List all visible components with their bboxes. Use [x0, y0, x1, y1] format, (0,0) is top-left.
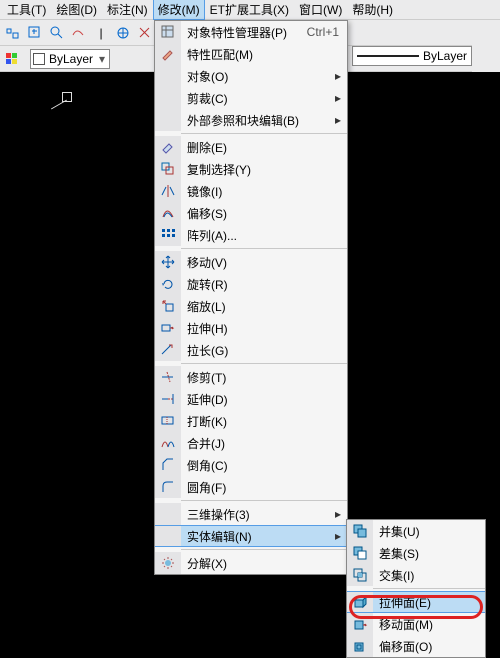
array-icon: [155, 224, 181, 246]
extend-icon: [155, 388, 181, 410]
offset-face-icon: [347, 635, 373, 657]
menu-item-array[interactable]: 阵列(A)...: [155, 224, 347, 246]
menu-bar: 工具(T) 绘图(D) 标注(N) 修改(M) ET扩展工具(X) 窗口(W) …: [0, 0, 500, 20]
subtract-icon: [347, 542, 373, 564]
menu-et-tools[interactable]: ET扩展工具(X): [205, 0, 294, 20]
break-icon: [155, 410, 181, 432]
right-toolbar-edge: [472, 20, 500, 72]
submenu-arrow-icon: ▸: [333, 69, 343, 83]
move-icon: [155, 251, 181, 273]
union-icon: [347, 520, 373, 542]
scale-icon: [155, 295, 181, 317]
menu-item-match-properties[interactable]: 特性匹配(M): [155, 43, 347, 65]
color-swatch-icon: [33, 53, 45, 65]
menu-tools[interactable]: 工具(T): [2, 0, 51, 20]
submenu-arrow-icon: ▸: [333, 113, 343, 127]
stretch-icon: [155, 317, 181, 339]
menu-item-move[interactable]: 移动(V): [155, 251, 347, 273]
chevron-down-icon: ▾: [97, 50, 107, 68]
menu-modify[interactable]: 修改(M): [153, 0, 205, 20]
rotate-icon: [155, 273, 181, 295]
menu-item-lengthen[interactable]: 拉长(G): [155, 339, 347, 361]
menu-item-scale[interactable]: 缩放(L): [155, 295, 347, 317]
menu-item-chamfer[interactable]: 倒角(C): [155, 454, 347, 476]
offset-icon: [155, 202, 181, 224]
submenu-item-extrude-face[interactable]: 拉伸面(E): [347, 591, 485, 613]
menu-dimension[interactable]: 标注(N): [102, 0, 153, 20]
submenu-arrow-icon: ▸: [333, 507, 343, 521]
chamfer-icon: [155, 454, 181, 476]
submenu-item-subtract[interactable]: 差集(S): [347, 542, 485, 564]
menu-item-copy[interactable]: 复制选择(Y): [155, 158, 347, 180]
linetype-label: ByLayer: [423, 49, 467, 63]
copy-icon: [155, 158, 181, 180]
tool-btn-6[interactable]: [136, 24, 154, 42]
tool-btn-1[interactable]: [4, 24, 22, 42]
submenu-arrow-icon: ▸: [333, 529, 343, 543]
menu-item-clip[interactable]: 剪裁(C)▸: [155, 87, 347, 109]
fillet-icon: [155, 476, 181, 498]
grip-icon: |: [92, 24, 110, 42]
menu-item-mirror[interactable]: 镜像(I): [155, 180, 347, 202]
submenu-item-move-face[interactable]: 移动面(M): [347, 613, 485, 635]
menu-item-properties-manager[interactable]: 对象特性管理器(P)Ctrl+1: [155, 21, 347, 43]
menu-item-extend[interactable]: 延伸(D): [155, 388, 347, 410]
menu-item-join[interactable]: 合并(J): [155, 432, 347, 454]
menu-item-xref-edit[interactable]: 外部参照和块编辑(B)▸: [155, 109, 347, 131]
menu-item-stretch[interactable]: 拉伸(H): [155, 317, 347, 339]
menu-window[interactable]: 窗口(W): [294, 0, 347, 20]
linetype-preview-icon: [357, 55, 419, 57]
menu-item-solids-editing[interactable]: 实体编辑(N)▸: [155, 525, 347, 547]
menu-draw[interactable]: 绘图(D): [51, 0, 102, 20]
tool-btn-5[interactable]: [114, 24, 132, 42]
menu-item-fillet[interactable]: 圆角(F): [155, 476, 347, 498]
menu-item-object[interactable]: 对象(O)▸: [155, 65, 347, 87]
layer-color-label: ByLayer: [49, 52, 93, 66]
menu-item-rotate[interactable]: 旋转(R): [155, 273, 347, 295]
menu-item-break[interactable]: 打断(K): [155, 410, 347, 432]
submenu-item-union[interactable]: 并集(U): [347, 520, 485, 542]
colorpicker-icon[interactable]: [4, 51, 20, 67]
modify-menu: 对象特性管理器(P)Ctrl+1 特性匹配(M) 对象(O)▸ 剪裁(C)▸ 外…: [154, 20, 348, 575]
explode-icon: [155, 552, 181, 574]
tool-btn-2[interactable]: [26, 24, 44, 42]
menu-help[interactable]: 帮助(H): [347, 0, 398, 20]
menu-item-trim[interactable]: 修剪(T): [155, 366, 347, 388]
submenu-item-offset-face[interactable]: 偏移面(O): [347, 635, 485, 657]
extrude-face-icon: [347, 592, 373, 612]
menu-item-erase[interactable]: 删除(E): [155, 136, 347, 158]
move-face-icon: [347, 613, 373, 635]
menu-item-explode[interactable]: 分解(X): [155, 552, 347, 574]
trim-icon: [155, 366, 181, 388]
lengthen-icon: [155, 339, 181, 361]
intersect-icon: [347, 564, 373, 586]
match-icon: [155, 43, 181, 65]
erase-icon: [155, 136, 181, 158]
tool-btn-3[interactable]: [48, 24, 66, 42]
submenu-item-intersect[interactable]: 交集(I): [347, 564, 485, 586]
solids-editing-submenu: 并集(U) 差集(S) 交集(I) 拉伸面(E) 移动面(M) 偏移面(O): [346, 519, 486, 658]
join-icon: [155, 432, 181, 454]
mirror-icon: [155, 180, 181, 202]
layer-color-combo[interactable]: ByLayer ▾: [30, 49, 110, 69]
tool-btn-4[interactable]: [70, 24, 88, 42]
viewport[interactable]: [0, 72, 155, 645]
submenu-arrow-icon: ▸: [333, 91, 343, 105]
menu-item-offset[interactable]: 偏移(S): [155, 202, 347, 224]
linetype-combo[interactable]: ByLayer: [352, 46, 472, 66]
menu-item-3d-operations[interactable]: 三维操作(3)▸: [155, 503, 347, 525]
